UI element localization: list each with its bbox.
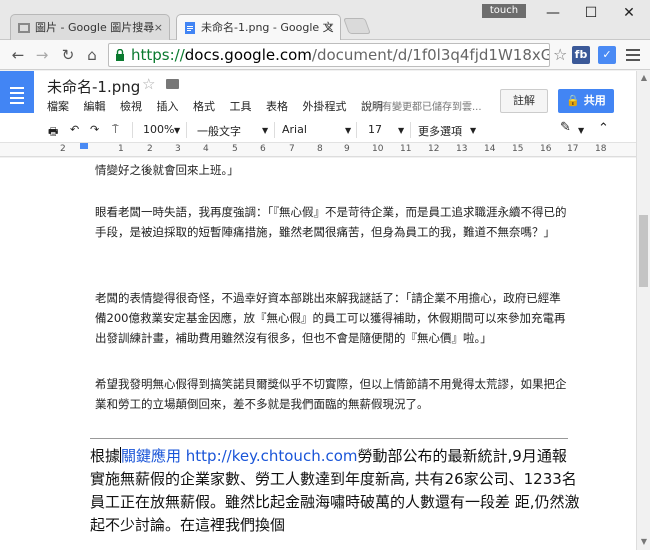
- share-button[interactable]: 🔒 共用: [558, 89, 614, 113]
- tab-label: 未命名-1.png - Google 文: [201, 21, 334, 34]
- chevron-down-icon: ▼: [174, 126, 181, 135]
- formatting-toolbar: 🖶 ↶ ↷ ⍑ 100% ▼ 一般文字 ▼ Arial ▼ 17 ▼ 更多選項 …: [0, 117, 636, 143]
- pen-icon[interactable]: ✎: [560, 120, 571, 135]
- comments-button[interactable]: 註解: [500, 89, 548, 113]
- new-tab-button[interactable]: [343, 18, 371, 34]
- chevron-down-icon: ▼: [578, 126, 585, 135]
- font-size-select[interactable]: 17: [368, 123, 382, 136]
- maximize-button[interactable]: ☐: [576, 4, 606, 22]
- address-bar[interactable]: https://docs.google.com/document/d/1f0l3…: [108, 43, 550, 67]
- close-window-button[interactable]: ✕: [614, 4, 644, 22]
- url-scheme: https://: [131, 46, 185, 64]
- star-icon[interactable]: ☆: [142, 75, 155, 93]
- paragraph[interactable]: 希望我發明無心假得到搞笑諾貝爾獎似乎不切實際，但以上情節請不用覺得太荒謬，如果把…: [95, 374, 567, 414]
- browser-titlebar: 圖片 - Google 圖片搜尋 × 未命名-1.png - Google 文 …: [0, 0, 650, 41]
- docs-icon: [185, 22, 195, 34]
- folder-icon[interactable]: [166, 79, 179, 89]
- collapse-toolbar-icon[interactable]: ⌃: [598, 121, 609, 136]
- menu-insert[interactable]: 插入: [157, 100, 179, 113]
- paint-format-icon[interactable]: ⍑: [112, 123, 119, 137]
- browser-tab-docs[interactable]: 未命名-1.png - Google 文 ×: [176, 14, 341, 41]
- menu-edit[interactable]: 編輯: [84, 100, 106, 113]
- scroll-up-icon[interactable]: ▲: [639, 73, 649, 82]
- back-arrow-icon[interactable]: ←: [8, 45, 28, 65]
- docs-home-icon[interactable]: [0, 71, 34, 113]
- browser-tab-image-search[interactable]: 圖片 - Google 圖片搜尋 ×: [10, 14, 170, 41]
- menu-file[interactable]: 檔案: [47, 100, 69, 113]
- docs-header: 未命名-1.png ☆ 檔案 編輯 檢視 插入 格式 工具 表格 外掛程式 說明…: [0, 71, 636, 117]
- scrollbar-thumb[interactable]: [639, 215, 648, 287]
- save-status[interactable]: 所有變更都已儲存到雲...: [372, 98, 482, 113]
- facebook-extension-icon[interactable]: fb: [572, 46, 590, 64]
- vertical-scrollbar[interactable]: ▲ ▼: [636, 71, 650, 550]
- hyperlink[interactable]: 關鍵應用 http://key.chtouch.com: [121, 447, 358, 465]
- docs-menubar: 檔案 編輯 檢視 插入 格式 工具 表格 外掛程式 說明: [47, 98, 394, 114]
- browser-navbar: ← → ↻ ⌂ https://docs.google.com/document…: [0, 40, 650, 70]
- google-images-icon: [18, 23, 30, 33]
- menu-tools[interactable]: 工具: [230, 100, 252, 113]
- document-title[interactable]: 未命名-1.png: [47, 76, 140, 97]
- horizontal-rule: [90, 438, 568, 439]
- url-host: docs.google.com: [184, 46, 312, 64]
- check-extension-icon[interactable]: ✓: [598, 46, 616, 64]
- text-prefix: 根據: [90, 447, 121, 465]
- reload-icon[interactable]: ↻: [58, 45, 78, 65]
- touch-badge: touch: [482, 4, 526, 18]
- indent-marker[interactable]: [80, 143, 88, 149]
- ruler[interactable]: 2 1 1 2 3 4 5 6 7 8 9 10 11 12 13 14 15 …: [0, 143, 636, 157]
- tab-label: 圖片 - Google 圖片搜尋: [35, 21, 155, 34]
- paragraph[interactable]: 眼看老闆一時失語，我再度強調：「『無心假』不是苛待企業，而是員工追求職涯永續不得…: [95, 202, 567, 242]
- close-tab-icon[interactable]: ×: [154, 15, 163, 41]
- chevron-down-icon: ▼: [262, 126, 269, 135]
- bookmark-star-icon[interactable]: ☆: [553, 45, 567, 64]
- chevron-down-icon: ▼: [470, 126, 477, 135]
- document-page[interactable]: 情變好之後就會回來上班。」 眼看老闆一時失語，我再度強調：「『無心假』不是苛待企…: [0, 158, 636, 550]
- style-select[interactable]: 一般文字: [197, 123, 241, 139]
- forward-arrow-icon[interactable]: →: [32, 45, 52, 65]
- undo-icon[interactable]: ↶: [70, 123, 79, 136]
- font-select[interactable]: Arial: [282, 123, 307, 136]
- paragraph[interactable]: 老闆的表情變得很奇怪，不過幸好資本部跳出來解我謎話了：「請企業不用擔心，政府已經…: [95, 288, 567, 348]
- redo-icon[interactable]: ↷: [90, 123, 99, 136]
- scroll-down-icon[interactable]: ▼: [639, 537, 649, 546]
- print-icon[interactable]: 🖶: [48, 123, 58, 142]
- paragraph[interactable]: 情變好之後就會回來上班。」: [95, 160, 567, 180]
- close-tab-icon[interactable]: ×: [325, 15, 334, 41]
- paragraph-large[interactable]: 根據關鍵應用 http://key.chtouch.com勞動部公布的最新統計,…: [90, 445, 580, 537]
- browser-menu-icon[interactable]: [626, 46, 642, 64]
- menu-addons[interactable]: 外掛程式: [303, 100, 347, 113]
- minimize-button[interactable]: —: [538, 4, 568, 22]
- zoom-select[interactable]: 100%: [143, 123, 174, 136]
- more-options-button[interactable]: 更多選項: [418, 123, 462, 139]
- menu-view[interactable]: 檢視: [120, 100, 142, 113]
- menu-table[interactable]: 表格: [266, 100, 288, 113]
- home-icon[interactable]: ⌂: [82, 45, 102, 65]
- chevron-down-icon: ▼: [398, 126, 405, 135]
- chevron-down-icon: ▼: [345, 126, 352, 135]
- menu-format[interactable]: 格式: [193, 100, 215, 113]
- lock-icon: [116, 49, 124, 61]
- url-path: /document/d/1f0l3q4fjd1W18xGOw: [311, 46, 550, 64]
